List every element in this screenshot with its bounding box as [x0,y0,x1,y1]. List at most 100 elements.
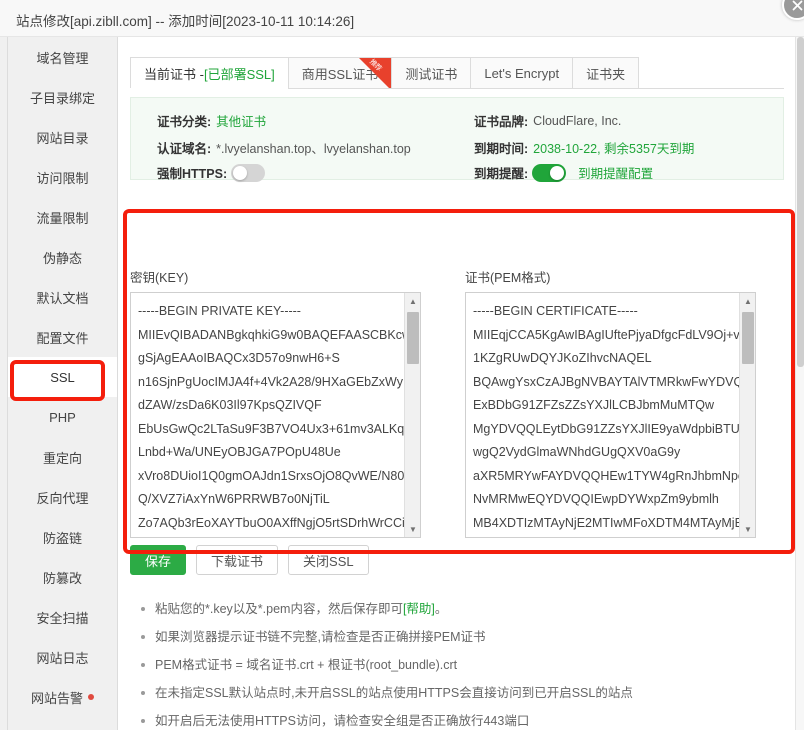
sidebar-item-13[interactable]: 防篡改 [8,557,117,597]
cert-type-value: 其他证书 [216,115,267,129]
cert-type-row: 证书分类: 其他证书 [157,111,266,130]
tab-label: 当前证书 - [144,66,204,82]
help-item: PEM格式证书 = 域名证书.crt + 根证书(root_bundle).cr… [141,651,781,679]
help-text: 如果浏览器提示证书链不完整,请检查是否正确拼接PEM证书 [155,630,486,644]
certificate-pem-scrollbar[interactable]: ▲ ▼ [739,293,755,537]
tab-4[interactable]: 证书夹 [572,57,640,89]
sidebar-item-label: 访问限制 [36,170,89,186]
help-link[interactable]: [帮助] [403,602,435,616]
sidebar-item-label: PHP [49,409,76,425]
help-item: 在未指定SSL默认站点时,未开启SSL的站点使用HTTPS会直接访问到已开启SS… [141,679,781,707]
sidebar-item-6[interactable]: 默认文档 [8,277,117,317]
chevron-up-icon[interactable]: ▲ [740,293,755,309]
chevron-up-icon[interactable]: ▲ [405,293,420,309]
help-item: 粘贴您的*.key以及*.pem内容，然后保存即可[帮助]。 [141,595,781,623]
expiry-remind-config-link[interactable]: 到期提醒配置 [578,163,653,182]
sidebar-item-1[interactable]: 子目录绑定 [8,77,117,117]
certificate-pem-input[interactable] [466,293,740,537]
sidebar-item-12[interactable]: 防盗链 [8,517,117,557]
tab-0[interactable]: 当前证书 - [已部署SSL] [130,57,288,89]
sidebar-item-label: 防篡改 [42,570,82,586]
page-scrollbar[interactable] [795,37,804,730]
site-edit-dialog: 站点修改[api.zibll.com] -- 添加时间[2023-10-11 1… [0,0,804,730]
sidebar-item-4[interactable]: 流量限制 [8,197,117,237]
private-key-editor: 密钥(KEY) ▲ ▼ [130,267,421,538]
ssl-tabs: 当前证书 - [已部署SSL] 商用SSL证书 推荐 测试证书 Let's Encryp… [130,57,640,89]
tab-2[interactable]: 测试证书 [391,57,471,89]
brand-label: 证书品牌: [474,115,529,129]
sidebar-item-11[interactable]: 反向代理 [8,477,117,517]
sidebar-item-9[interactable]: PHP [8,397,117,437]
sidebar-item-label: 安全扫描 [36,610,89,626]
tab-label: 证书夹 [586,66,626,82]
force-https-toggle[interactable] [231,163,266,182]
sidebar-item-0[interactable]: 域名管理 [8,37,117,77]
private-key-scrollbar[interactable]: ▲ ▼ [404,293,420,537]
expiry-remind-toggle[interactable] [532,163,567,182]
toggle-knob [233,165,248,180]
sidebar-item-15[interactable]: 网站日志 [8,637,117,677]
chevron-down-icon[interactable]: ▼ [740,521,755,537]
expiry-label: 到期时间: [474,142,529,156]
sidebar-item-7[interactable]: 配置文件 [8,317,117,357]
sidebar-item-label: 流量限制 [36,210,89,226]
sidebar-item-3[interactable]: 访问限制 [8,157,117,197]
private-key-input[interactable] [131,293,405,537]
certificate-info-panel: 证书分类: 其他证书 认证域名: *.lvyelanshan.top、lvyel… [130,97,784,182]
sidebar-item-label: 重定向 [42,450,82,466]
help-item: 如果浏览器提示证书链不完整,请检查是否正确拼接PEM证书 [141,623,781,651]
help-text: PEM格式证书 = 域名证书.crt + 根证书(root_bundle).cr… [155,658,458,672]
dialog-title: 站点修改[api.zibll.com] -- 添加时间[2023-10-11 1… [16,14,355,29]
scrollbar-thumb[interactable] [742,312,754,364]
sidebar-item-label: 子目录绑定 [29,90,95,106]
help-text: 如开启后无法使用HTTPS访问，请检查安全组是否正确放行443端口 [155,714,530,728]
chevron-down-icon[interactable]: ▼ [405,521,420,537]
force-https-row: 强制HTTPS: [157,163,266,182]
sidebar-item-label: SSL [50,369,75,385]
sidebar-item-2[interactable]: 网站目录 [8,117,117,157]
close-icon[interactable] [782,0,804,20]
domains-value: *.lvyelanshan.top、lvyelanshan.top [216,142,411,156]
sidebar-item-label: 网站目录 [36,130,89,146]
sidebar-item-16[interactable]: 网站告警 [8,677,117,717]
tab-label: 测试证书 [405,66,458,82]
expiry-row: 到期时间: 2038-10-22, 剩余5357天到期 [474,138,694,157]
sidebar-item-8[interactable]: SSL [8,357,117,397]
left-edge-strip [0,37,8,730]
help-text: 粘贴您的*.key以及*.pem内容，然后保存即可 [155,602,403,616]
tab-1[interactable]: 商用SSL证书 推荐 [287,57,392,89]
sidebar-item-14[interactable]: 安全扫描 [8,597,117,637]
expiry-value: 2038-10-22, 剩余5357天到期 [533,142,695,156]
cert-type-label: 证书分类: [157,115,212,129]
certificate-pem-editor: 证书(PEM格式) ▲ ▼ [465,267,756,538]
download-cert-button[interactable]: 下载证书 [196,545,279,575]
tab-status: [已部署SSL] [203,66,275,82]
tab-3[interactable]: Let's Encrypt [470,57,573,89]
toggle-knob [550,165,565,180]
brand-row: 证书品牌: CloudFlare, Inc. [474,111,621,130]
ssl-help-list: 粘贴您的*.key以及*.pem内容，然后保存即可[帮助]。如果浏览器提示证书链… [141,595,781,730]
private-key-textarea-wrap: ▲ ▼ [130,292,421,538]
ssl-panel: 当前证书 - [已部署SSL] 商用SSL证书 推荐 测试证书 Let's Encryp… [119,37,795,730]
close-ssl-button[interactable]: 关闭SSL [288,545,369,575]
domains-row: 认证域名: *.lvyelanshan.top、lvyelanshan.top [157,138,411,157]
sidebar-item-5[interactable]: 伪静态 [8,237,117,277]
force-https-label: 强制HTTPS: [157,167,228,181]
sidebar-item-label: 网站日志 [36,650,89,666]
ssl-action-buttons: 保存 下载证书 关闭SSL [130,545,369,575]
save-button[interactable]: 保存 [130,545,187,575]
sidebar-item-label: 配置文件 [36,330,89,346]
sidebar-item-label: 默认文档 [36,290,89,306]
expiry-remind-label: 到期提醒: [474,167,529,181]
sidebar-item-label: 域名管理 [36,50,89,66]
dialog-titlebar: 站点修改[api.zibll.com] -- 添加时间[2023-10-11 1… [0,0,804,37]
domains-label: 认证域名: [157,142,212,156]
brand-value: CloudFlare, Inc. [533,113,622,128]
help-text: 在未指定SSL默认站点时,未开启SSL的站点使用HTTPS会直接访问到已开启SS… [155,686,633,700]
sidebar-item-label: 伪静态 [42,250,82,266]
sidebar-item-10[interactable]: 重定向 [8,437,117,477]
page-scrollbar-thumb[interactable] [797,37,804,367]
private-key-label: 密钥(KEY) [130,271,189,285]
certificate-pem-textarea-wrap: ▲ ▼ [465,292,756,538]
scrollbar-thumb[interactable] [407,312,419,364]
